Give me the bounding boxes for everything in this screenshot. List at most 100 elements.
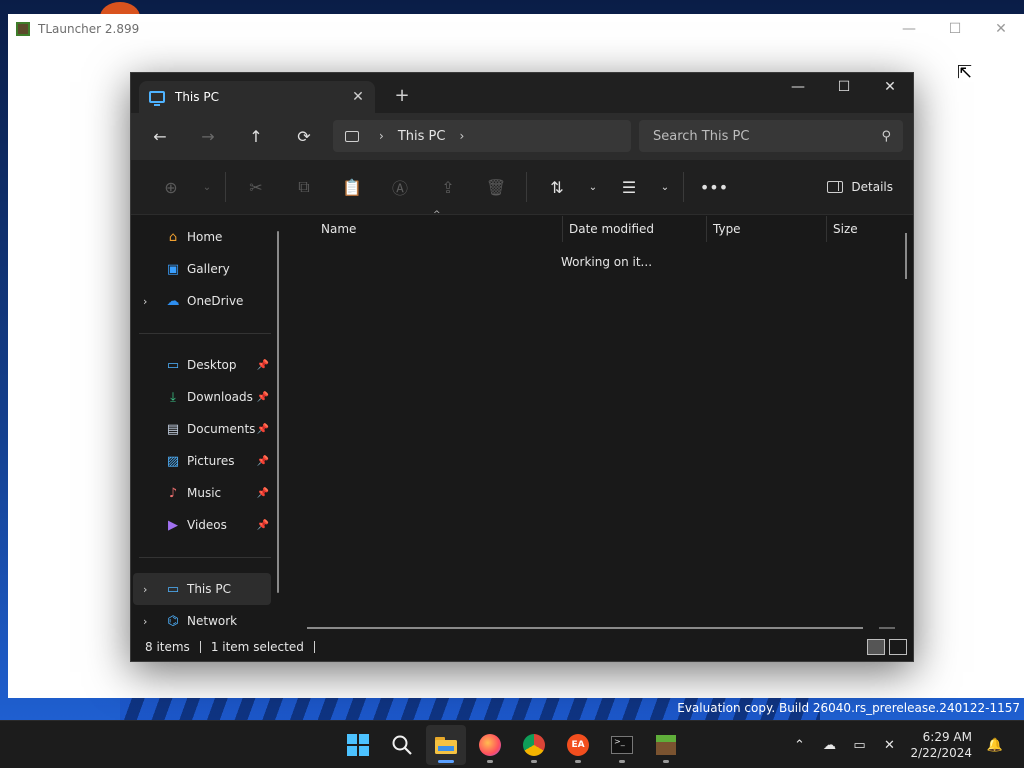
network-tray-icon[interactable]: ▭: [844, 738, 874, 753]
search-input[interactable]: [653, 128, 882, 144]
sidebar-item-documents[interactable]: ▤ Documents 📌: [133, 413, 271, 445]
details-view-button[interactable]: [867, 639, 885, 655]
column-date-modified[interactable]: Date modified: [563, 216, 707, 242]
tlauncher-title: TLauncher 2.899: [38, 22, 140, 36]
breadcrumb-chevron-icon[interactable]: ›: [379, 129, 384, 143]
minimize-button[interactable]: —: [775, 73, 821, 101]
terminal-icon: >_: [611, 736, 633, 754]
new-button[interactable]: ⊕: [147, 169, 195, 205]
search-icon: [392, 735, 412, 755]
sidebar-item-gallery[interactable]: ▣ Gallery: [133, 253, 271, 285]
sidebar-item-desktop[interactable]: ▭ Desktop 📌: [133, 349, 271, 381]
copy-button[interactable]: ⧉: [280, 169, 328, 205]
taskbar-firefox[interactable]: [470, 725, 510, 765]
sidebar-item-label: Network: [187, 614, 238, 628]
pin-icon: 📌: [256, 391, 269, 403]
running-indicator: [487, 760, 493, 763]
onedrive-tray-icon[interactable]: ☁: [814, 738, 844, 753]
view-dropdown-icon[interactable]: ⌄: [653, 169, 677, 205]
taskbar-chrome[interactable]: [514, 725, 554, 765]
sidebar-item-this-pc[interactable]: › ▭ This PC: [133, 573, 271, 605]
chevron-right-icon[interactable]: ›: [143, 295, 147, 308]
view-button[interactable]: ☰: [605, 169, 653, 205]
new-tab-button[interactable]: +: [389, 83, 415, 109]
computer-icon: [345, 130, 359, 142]
details-label: Details: [851, 180, 893, 194]
sidebar-item-label: This PC: [187, 582, 231, 596]
sidebar-item-label: OneDrive: [187, 294, 244, 308]
gallery-icon: ▣: [166, 261, 180, 277]
ea-icon: EA: [567, 734, 589, 756]
video-icon: ▶: [168, 517, 178, 533]
clock[interactable]: 6:29 AM 2/22/2024: [910, 729, 972, 761]
details-pane-button[interactable]: Details: [827, 180, 893, 194]
up-button[interactable]: ↑: [237, 121, 275, 151]
rename-button[interactable]: Ⓐ: [376, 169, 424, 205]
sidebar-scrollbar[interactable]: [277, 231, 279, 593]
tab-label: This PC: [175, 90, 219, 104]
taskbar-ea[interactable]: EA: [558, 725, 598, 765]
volume-muted-icon[interactable]: ✕: [874, 738, 904, 753]
cut-button[interactable]: ✂: [232, 169, 280, 205]
breadcrumb-chevron-end-icon[interactable]: ›: [459, 129, 464, 143]
show-hidden-icons-chevron-icon[interactable]: ⌃: [784, 738, 814, 753]
column-label: Size: [833, 222, 858, 236]
sort-dropdown-icon[interactable]: ⌄: [581, 169, 605, 205]
sidebar-item-music[interactable]: ♪ Music 📌: [133, 477, 271, 509]
sidebar-item-pictures[interactable]: ▨ Pictures 📌: [133, 445, 271, 477]
sidebar-item-downloads[interactable]: ⤓ Downloads 📌: [133, 381, 271, 413]
vertical-scrollbar[interactable]: [905, 233, 907, 279]
cloud-icon: ☁: [166, 293, 180, 309]
explorer-titlebar[interactable]: This PC ✕ + — ☐ ✕: [131, 73, 913, 113]
column-label: Date modified: [569, 222, 655, 236]
chevron-right-icon[interactable]: ›: [143, 583, 147, 596]
forward-button[interactable]: →: [189, 121, 227, 151]
pin-icon: 📌: [256, 359, 269, 371]
more-options-button[interactable]: •••: [690, 169, 738, 205]
paste-button[interactable]: 📋: [328, 169, 376, 205]
back-button[interactable]: ←: [141, 121, 179, 151]
sidebar-item-videos[interactable]: ▶ Videos 📌: [133, 509, 271, 541]
document-icon: ▤: [166, 421, 180, 437]
taskbar-search-button[interactable]: [382, 725, 422, 765]
search-box[interactable]: ⚲: [639, 120, 903, 152]
address-bar[interactable]: › This PC ›: [333, 120, 631, 152]
delete-button[interactable]: 🗑: [472, 169, 520, 205]
share-button[interactable]: ⇪: [424, 169, 472, 205]
taskbar-minecraft[interactable]: [646, 725, 686, 765]
sidebar-item-label: Videos: [187, 518, 227, 532]
close-button[interactable]: ✕: [867, 73, 913, 101]
notification-bell-icon[interactable]: 🔔: [980, 738, 1010, 753]
chevron-right-icon[interactable]: ›: [143, 615, 147, 628]
file-list: ^ Name Date modified Type Size Working o…: [289, 210, 913, 633]
tlauncher-minimize-button[interactable]: —: [886, 14, 932, 44]
tab-this-pc[interactable]: This PC ✕: [139, 81, 375, 113]
file-explorer-window[interactable]: This PC ✕ + — ☐ ✕ ← → ↑ ⟳ › This PC › ⚲ …: [130, 72, 914, 662]
refresh-button[interactable]: ⟳: [285, 121, 323, 151]
taskbar-terminal[interactable]: >_: [602, 725, 642, 765]
new-dropdown-icon[interactable]: ⌄: [195, 169, 219, 205]
tiles-view-button[interactable]: [889, 639, 907, 655]
explorer-window-controls: — ☐ ✕: [775, 73, 913, 101]
sidebar-item-home[interactable]: ⌂ Home: [133, 221, 271, 253]
mouse-cursor-icon: ⇱: [957, 62, 973, 83]
tlauncher-titlebar[interactable]: TLauncher 2.899: [8, 14, 1024, 44]
tlauncher-maximize-button[interactable]: ☐: [932, 14, 978, 44]
sidebar-item-label: Home: [187, 230, 223, 244]
navigation-bar: ← → ↑ ⟳ › This PC › ⚲: [131, 113, 913, 159]
taskbar-file-explorer[interactable]: [426, 725, 466, 765]
horizontal-scrollbar[interactable]: [307, 627, 863, 629]
horizontal-scrollbar-track-end: [879, 627, 895, 629]
column-size[interactable]: Size: [827, 216, 907, 242]
start-button[interactable]: [338, 725, 378, 765]
view-toggle: [863, 639, 907, 655]
maximize-button[interactable]: ☐: [821, 73, 867, 101]
column-type[interactable]: Type: [707, 216, 827, 242]
tlauncher-close-button[interactable]: ✕: [978, 14, 1024, 44]
sidebar-item-onedrive[interactable]: › ☁ OneDrive: [133, 285, 271, 317]
breadcrumb-this-pc[interactable]: This PC: [398, 129, 446, 144]
column-name[interactable]: ^ Name: [289, 210, 563, 242]
tab-close-button[interactable]: ✕: [345, 89, 371, 105]
pin-icon: 📌: [256, 487, 269, 499]
sort-button[interactable]: ⇅: [533, 169, 581, 205]
